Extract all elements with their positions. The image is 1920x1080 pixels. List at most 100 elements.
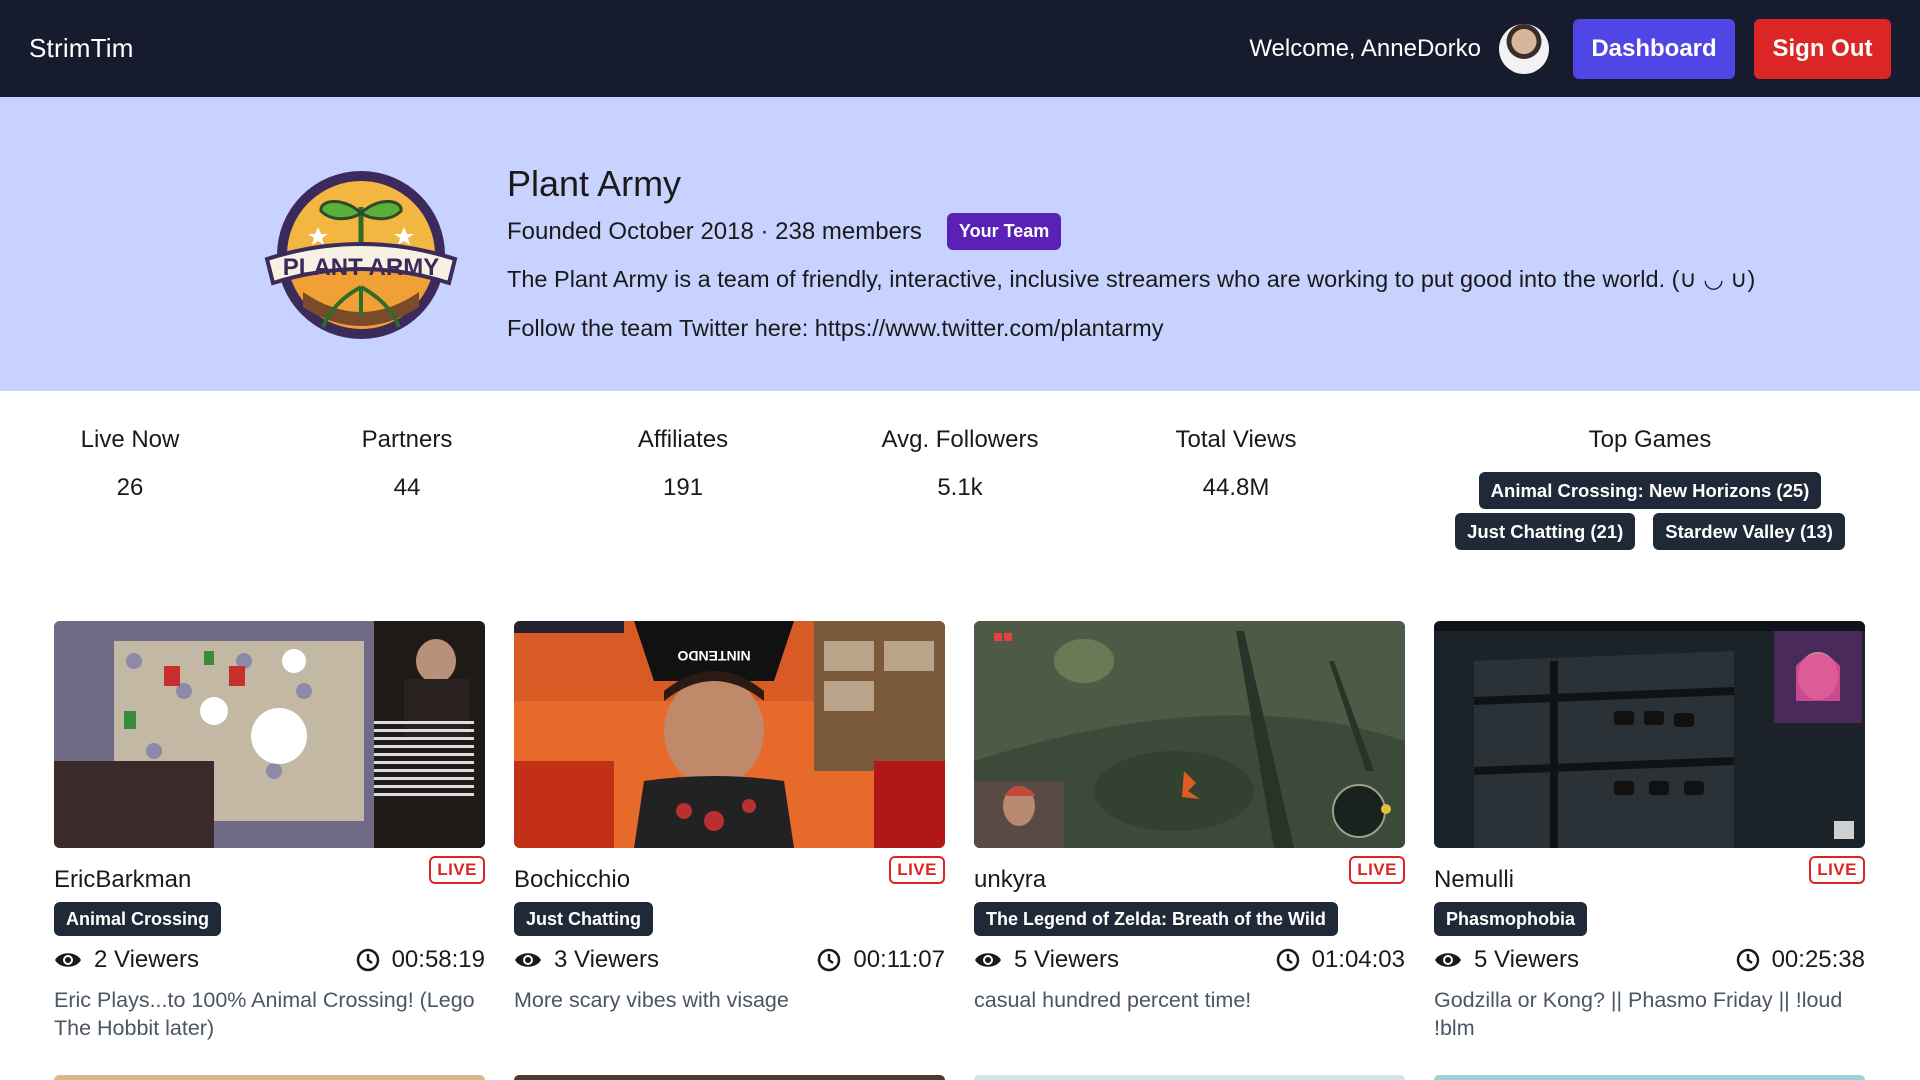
stat-live-now: Live Now 26 [20, 426, 240, 502]
card-header: unkyra LIVE [974, 856, 1405, 896]
card-header: EricBarkman LIVE [54, 856, 485, 896]
team-stats: Live Now 26 Partners 44 Affiliates 191 A… [0, 391, 1920, 591]
team-meta: Founded October 2018 · 238 members Your … [507, 213, 1887, 250]
viewer-count: 5 Viewers [1434, 946, 1579, 974]
welcome-text: Welcome, AnneDorko [1249, 34, 1481, 62]
top-game-tag[interactable]: Animal Crossing: New Horizons (25) [1478, 472, 1822, 509]
stat-value: 26 [116, 474, 144, 501]
brand-logo[interactable]: StrimTim [29, 33, 134, 64]
card-stats: 5 Viewers 01:04:03 [974, 946, 1405, 974]
stream-title[interactable]: Eric Plays...to 100% Animal Crossing! (L… [54, 986, 485, 1042]
card-stats: 2 Viewers 00:58:19 [54, 946, 485, 974]
card-game: The Legend of Zelda: Breath of the Wild [974, 902, 1405, 936]
top-games: Top Games Animal Crossing: New Horizons … [1430, 426, 1870, 550]
stream-title[interactable]: casual hundred percent time! [974, 986, 1405, 1014]
uptime-text: 00:58:19 [391, 946, 485, 973]
your-team-badge: Your Team [946, 213, 1062, 250]
streamer-name[interactable]: unkyra [974, 866, 1046, 894]
card-game: Just Chatting [514, 902, 945, 936]
viewer-count: 5 Viewers [974, 946, 1119, 974]
viewer-count: 3 Viewers [514, 946, 659, 974]
team-info: Plant Army Founded October 2018 · 238 me… [507, 163, 1887, 342]
eye-icon [1435, 953, 1461, 967]
game-tag[interactable]: Animal Crossing [54, 902, 222, 936]
team-name: Plant Army [507, 163, 682, 204]
stat-avg-followers: Avg. Followers 5.1k [850, 426, 1070, 502]
game-tag[interactable]: Just Chatting [514, 902, 653, 936]
top-game-tag[interactable]: Just Chatting (21) [1455, 513, 1636, 550]
stream-thumbnail-next[interactable] [1434, 1075, 1865, 1080]
stream-card[interactable]: EricBarkman LIVE Animal Crossing 2 Viewe… [54, 621, 485, 1042]
stat-affiliates: Affiliates 191 [573, 426, 793, 502]
live-badge: LIVE [429, 856, 485, 884]
eye-icon [55, 953, 81, 967]
stat-total-views: Total Views 44.8M [1126, 426, 1346, 502]
stat-label: Partners [361, 426, 453, 453]
stream-thumbnail[interactable]: NINTENDO [514, 621, 945, 848]
stream-title[interactable]: More scary vibes with visage [514, 986, 945, 1014]
stream-thumbnail[interactable] [1434, 621, 1865, 848]
stream-thumbnail-next[interactable] [514, 1075, 945, 1080]
viewer-count-text: 5 Viewers [1014, 946, 1119, 973]
stream-card[interactable]: Nemulli LIVE Phasmophobia 5 Viewers 00:2… [1434, 621, 1865, 1042]
team-description: The Plant Army is a team of friendly, in… [507, 266, 1756, 292]
top-game-tag[interactable]: Stardew Valley (13) [1653, 513, 1845, 550]
navbar: StrimTim Welcome, AnneDorko Dashboard Si… [0, 0, 1920, 97]
stat-label: Affiliates [637, 426, 729, 453]
nav-right: Welcome, AnneDorko Dashboard Sign Out [1249, 18, 1891, 79]
viewer-count-text: 5 Viewers [1474, 946, 1579, 973]
team-logo-text: PLANT ARMY [283, 254, 439, 281]
streamer-name[interactable]: EricBarkman [54, 866, 191, 894]
stream-thumbnail[interactable] [54, 621, 485, 848]
card-stats: 3 Viewers 00:11:07 [514, 946, 945, 974]
stat-value: 5.1k [937, 474, 983, 501]
team-logo: PLANT ARMY [264, 171, 458, 339]
viewer-count-text: 3 Viewers [554, 946, 659, 973]
stat-label: Avg. Followers [881, 426, 1039, 453]
svg-text:NINTENDO: NINTENDO [677, 648, 750, 664]
sign-out-button[interactable]: Sign Out [1754, 18, 1891, 79]
viewer-count: 2 Viewers [54, 946, 199, 974]
dashboard-button[interactable]: Dashboard [1573, 18, 1735, 79]
card-game: Phasmophobia [1434, 902, 1865, 936]
team-twitter-link[interactable]: Follow the team Twitter here: https://ww… [507, 315, 1887, 342]
stream-thumbnail-next[interactable] [974, 1075, 1405, 1080]
uptime: 00:11:07 [817, 946, 945, 974]
stream-thumbnail-next[interactable] [54, 1075, 485, 1080]
uptime: 00:58:19 [356, 946, 485, 974]
top-games-tags: Animal Crossing: New Horizons (25) Just … [1430, 472, 1870, 550]
uptime: 01:04:03 [1276, 946, 1405, 974]
avatar[interactable] [1499, 23, 1549, 74]
game-tag[interactable]: Phasmophobia [1434, 902, 1588, 936]
card-header: Bochicchio LIVE [514, 856, 945, 896]
stat-value: 191 [662, 474, 704, 501]
team-founded: Founded October 2018 · 238 members [507, 217, 922, 245]
stream-thumbnail[interactable] [974, 621, 1405, 848]
stat-label: Total Views [1175, 426, 1297, 453]
team-header: PLANT ARMY Plant Army Founded October 20… [0, 97, 1920, 391]
stream-card[interactable]: NINTENDO Bochicchio LIVE Just Chatting 3… [514, 621, 945, 1014]
clock-icon [818, 948, 841, 972]
game-tag[interactable]: The Legend of Zelda: Breath of the Wild [974, 902, 1338, 936]
live-badge: LIVE [1809, 856, 1865, 884]
live-badge: LIVE [889, 856, 945, 884]
card-header: Nemulli LIVE [1434, 856, 1865, 896]
stat-value: 44.8M [1202, 474, 1270, 501]
card-stats: 5 Viewers 00:25:38 [1434, 946, 1865, 974]
stream-card[interactable]: unkyra LIVE The Legend of Zelda: Breath … [974, 621, 1405, 1014]
uptime-text: 01:04:03 [1311, 946, 1405, 973]
streamer-name[interactable]: Nemulli [1434, 866, 1514, 894]
live-badge: LIVE [1349, 856, 1405, 884]
top-games-label: Top Games [1588, 426, 1712, 453]
stream-title[interactable]: Godzilla or Kong? || Phasmo Friday || !l… [1434, 986, 1865, 1042]
eye-icon [515, 953, 541, 967]
stat-partners: Partners 44 [297, 426, 517, 502]
uptime: 00:25:38 [1736, 946, 1865, 974]
stat-value: 44 [393, 474, 421, 501]
uptime-text: 00:11:07 [853, 946, 945, 973]
clock-icon [356, 948, 379, 972]
card-game: Animal Crossing [54, 902, 485, 936]
uptime-text: 00:25:38 [1771, 946, 1865, 973]
streamer-name[interactable]: Bochicchio [514, 866, 630, 894]
eye-icon [975, 953, 1001, 967]
